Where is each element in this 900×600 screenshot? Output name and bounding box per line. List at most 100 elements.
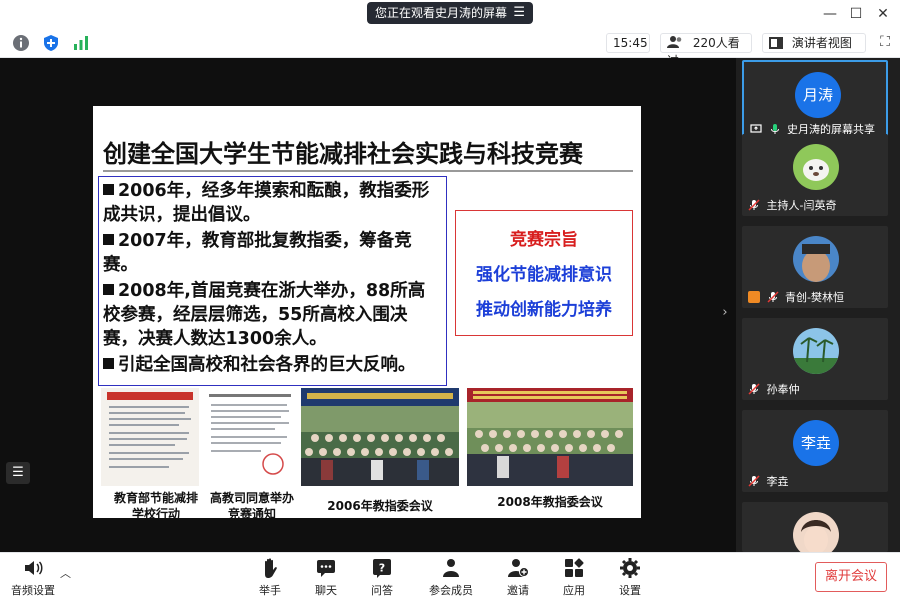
avatar: 月涛 (795, 72, 841, 118)
participant-name-text: 孙奉仲 (766, 383, 800, 396)
title-bar: 您正在观看史月涛的屏幕 ☰ — ☐ ✕ (0, 0, 900, 28)
caption-meeting-2008: 2008年教指委会议 (497, 495, 603, 509)
participant-name-text: 主持人-闫英奇 (766, 199, 837, 212)
microphone-muted-icon (766, 291, 779, 303)
participant-name: 孙奉仲 (748, 381, 800, 397)
chat-icon (317, 560, 335, 577)
participant-tile[interactable]: 李垚 李垚 (742, 410, 888, 492)
meeting-clock: 15:45 (606, 33, 650, 53)
qa-button[interactable]: ? 问答 (352, 557, 412, 598)
competition-aim-box: 竞赛宗旨 强化节能减排意识 推动创新能力培养 (455, 210, 633, 336)
participant-tile[interactable] (742, 502, 888, 552)
slide-title: 创建全国大学生节能减排社会实践与科技竞赛 (103, 140, 583, 168)
qa-label: 问答 (371, 584, 393, 597)
slide-bullet-text: 2008年,首届竞赛在浙大举办，88所高校参赛，经层层筛选，55所高校入围决赛，… (103, 281, 426, 349)
slide-bullet: 2008年,首届竞赛在浙大举办，88所高校参赛，经层层筛选，55所高校入围决赛，… (103, 279, 442, 351)
slide-bullet-list: 2006年，经多年摸索和酝酿，教指委形成共识，提出倡议。 2007年，教育部批复… (98, 176, 447, 386)
avatar: 李垚 (793, 420, 839, 466)
screen-share-notice[interactable]: 您正在观看史月涛的屏幕 ☰ (367, 2, 533, 24)
chevron-up-icon[interactable]: ︿ (60, 565, 71, 581)
participant-panel: 月涛 史月涛的屏幕共享 主持人-闫英奇 青创-樊林恒 孙奉仲 李垚 李垚 (736, 58, 900, 552)
members-label: 参会成员(213) (429, 584, 473, 600)
chevron-right-icon[interactable]: › (718, 303, 732, 323)
ministry-document-image (101, 388, 199, 486)
meeting-toolbar: 15:45 220人看过 演讲者视图 ▾ ⛶ (0, 28, 900, 68)
maximize-button[interactable]: ☐ (846, 4, 866, 24)
members-button[interactable]: 参会成员(213) (416, 557, 486, 600)
leave-meeting-button[interactable]: 离开会议 (815, 562, 887, 592)
participant-name: 主持人-闫英奇 (748, 197, 836, 213)
raise-hand-label: 举手 (259, 584, 281, 597)
aim-title: 竞赛宗旨 (510, 230, 578, 250)
info-icon[interactable] (12, 34, 30, 52)
invite-label: 邀请 (507, 584, 529, 597)
settings-button[interactable]: 设置 (600, 557, 660, 598)
share-menu-icon[interactable]: ☰ (513, 2, 525, 24)
group-photo-2008 (467, 388, 633, 486)
meeting-window: 您正在观看史月涛的屏幕 ☰ — ☐ ✕ 15:45 220人看 演讲者视图 ⛶ … (0, 0, 900, 600)
participant-tile[interactable]: 月涛 史月涛的屏幕共享 (742, 60, 888, 142)
avatar (793, 144, 839, 190)
presentation-slide: 创建全国大学生节能减排社会实践与科技竞赛 2006年，经多年摸索和酝酿，教指委形… (93, 106, 641, 518)
viewers-count[interactable]: 220人看过 (660, 33, 752, 68)
slide-bullet: 2007年，教育部批复教指委，筹备竞赛。 (103, 229, 442, 277)
avatar (793, 328, 839, 374)
people-icon (667, 36, 682, 48)
raise-hand-button[interactable]: 举手 (240, 557, 300, 598)
participant-tile[interactable]: 主持人-闫英奇 (742, 134, 888, 216)
group-photo-2006 (301, 388, 459, 486)
bullet-square-icon (103, 358, 114, 369)
gear-icon (620, 558, 640, 578)
apps-label: 应用 (563, 584, 585, 597)
avatar (793, 512, 839, 552)
participant-name: 李垚 (748, 473, 789, 489)
microphone-muted-icon (748, 475, 760, 487)
question-icon: ? (373, 559, 391, 578)
slide-bullet: 引起全国高校和社会各界的巨大反响。 (103, 353, 442, 377)
layout-icon (769, 37, 783, 49)
security-shield-icon[interactable] (42, 34, 60, 52)
bullet-square-icon (103, 284, 114, 295)
chat-label: 聊天 (315, 584, 337, 597)
user-icon (748, 291, 760, 303)
participant-tile[interactable]: 青创-樊林恒 (742, 226, 888, 308)
notice-document-image (203, 388, 297, 486)
signal-strength-icon[interactable] (72, 34, 90, 52)
chat-button[interactable]: 聊天 (296, 557, 356, 598)
participant-tile[interactable]: 孙奉仲 (742, 318, 888, 400)
list-toggle-icon[interactable]: ☰ (6, 462, 30, 484)
audio-settings-label: 音频设置 (11, 584, 55, 597)
caption-notice-document: 高教司同意举办竞赛通知 (209, 491, 294, 518)
apps-grid-icon (565, 558, 584, 577)
participant-name-text: 李垚 (766, 475, 789, 488)
view-mode-label: 演讲者视图 (791, 36, 852, 50)
microphone-muted-icon (748, 383, 760, 395)
slide-title-divider (103, 170, 633, 172)
slide-bullet-text: 引起全国高校和社会各界的巨大反响。 (118, 355, 416, 375)
shared-screen-stage: 创建全国大学生节能减排社会实践与科技竞赛 2006年，经多年摸索和酝酿，教指委形… (0, 58, 736, 552)
caption-meeting-2006: 2006年教指委会议 (327, 499, 433, 513)
participant-name-text: 青创-樊林恒 (785, 291, 844, 304)
audio-settings-button[interactable]: 音频设置 (2, 557, 64, 598)
apps-button[interactable]: 应用 (544, 557, 604, 598)
members-icon (443, 559, 459, 577)
meeting-controls-bar: 音频设置 ︿ 举手 聊天 ? 问答 参会成员(213) 邀请 应用 设 (0, 552, 900, 600)
caption-ministry-document: 教育部节能减排学校行动 (113, 491, 198, 518)
hand-icon (265, 558, 277, 578)
microphone-muted-icon (748, 199, 760, 211)
fullscreen-icon[interactable]: ⛶ (876, 33, 894, 51)
svg-text:?: ? (379, 562, 385, 575)
bullet-square-icon (103, 234, 114, 245)
bullet-square-icon (103, 184, 114, 195)
view-mode-dropdown[interactable]: 演讲者视图 ▾ (762, 33, 866, 68)
close-button[interactable]: ✕ (873, 4, 893, 24)
minimize-button[interactable]: — (820, 4, 840, 24)
speaker-icon (25, 561, 43, 575)
screen-share-notice-text: 您正在观看史月涛的屏幕 (375, 6, 508, 20)
aim-line-2: 推动创新能力培养 (476, 300, 612, 320)
participant-name: 青创-樊林恒 (748, 289, 844, 305)
avatar (793, 236, 839, 282)
slide-bullet-text: 2006年，经多年摸索和酝酿，教指委形成共识，提出倡议。 (103, 181, 430, 225)
slide-bullet-text: 2007年，教育部批复教指委，筹备竞赛。 (103, 231, 412, 275)
invite-button[interactable]: 邀请 (488, 557, 548, 598)
